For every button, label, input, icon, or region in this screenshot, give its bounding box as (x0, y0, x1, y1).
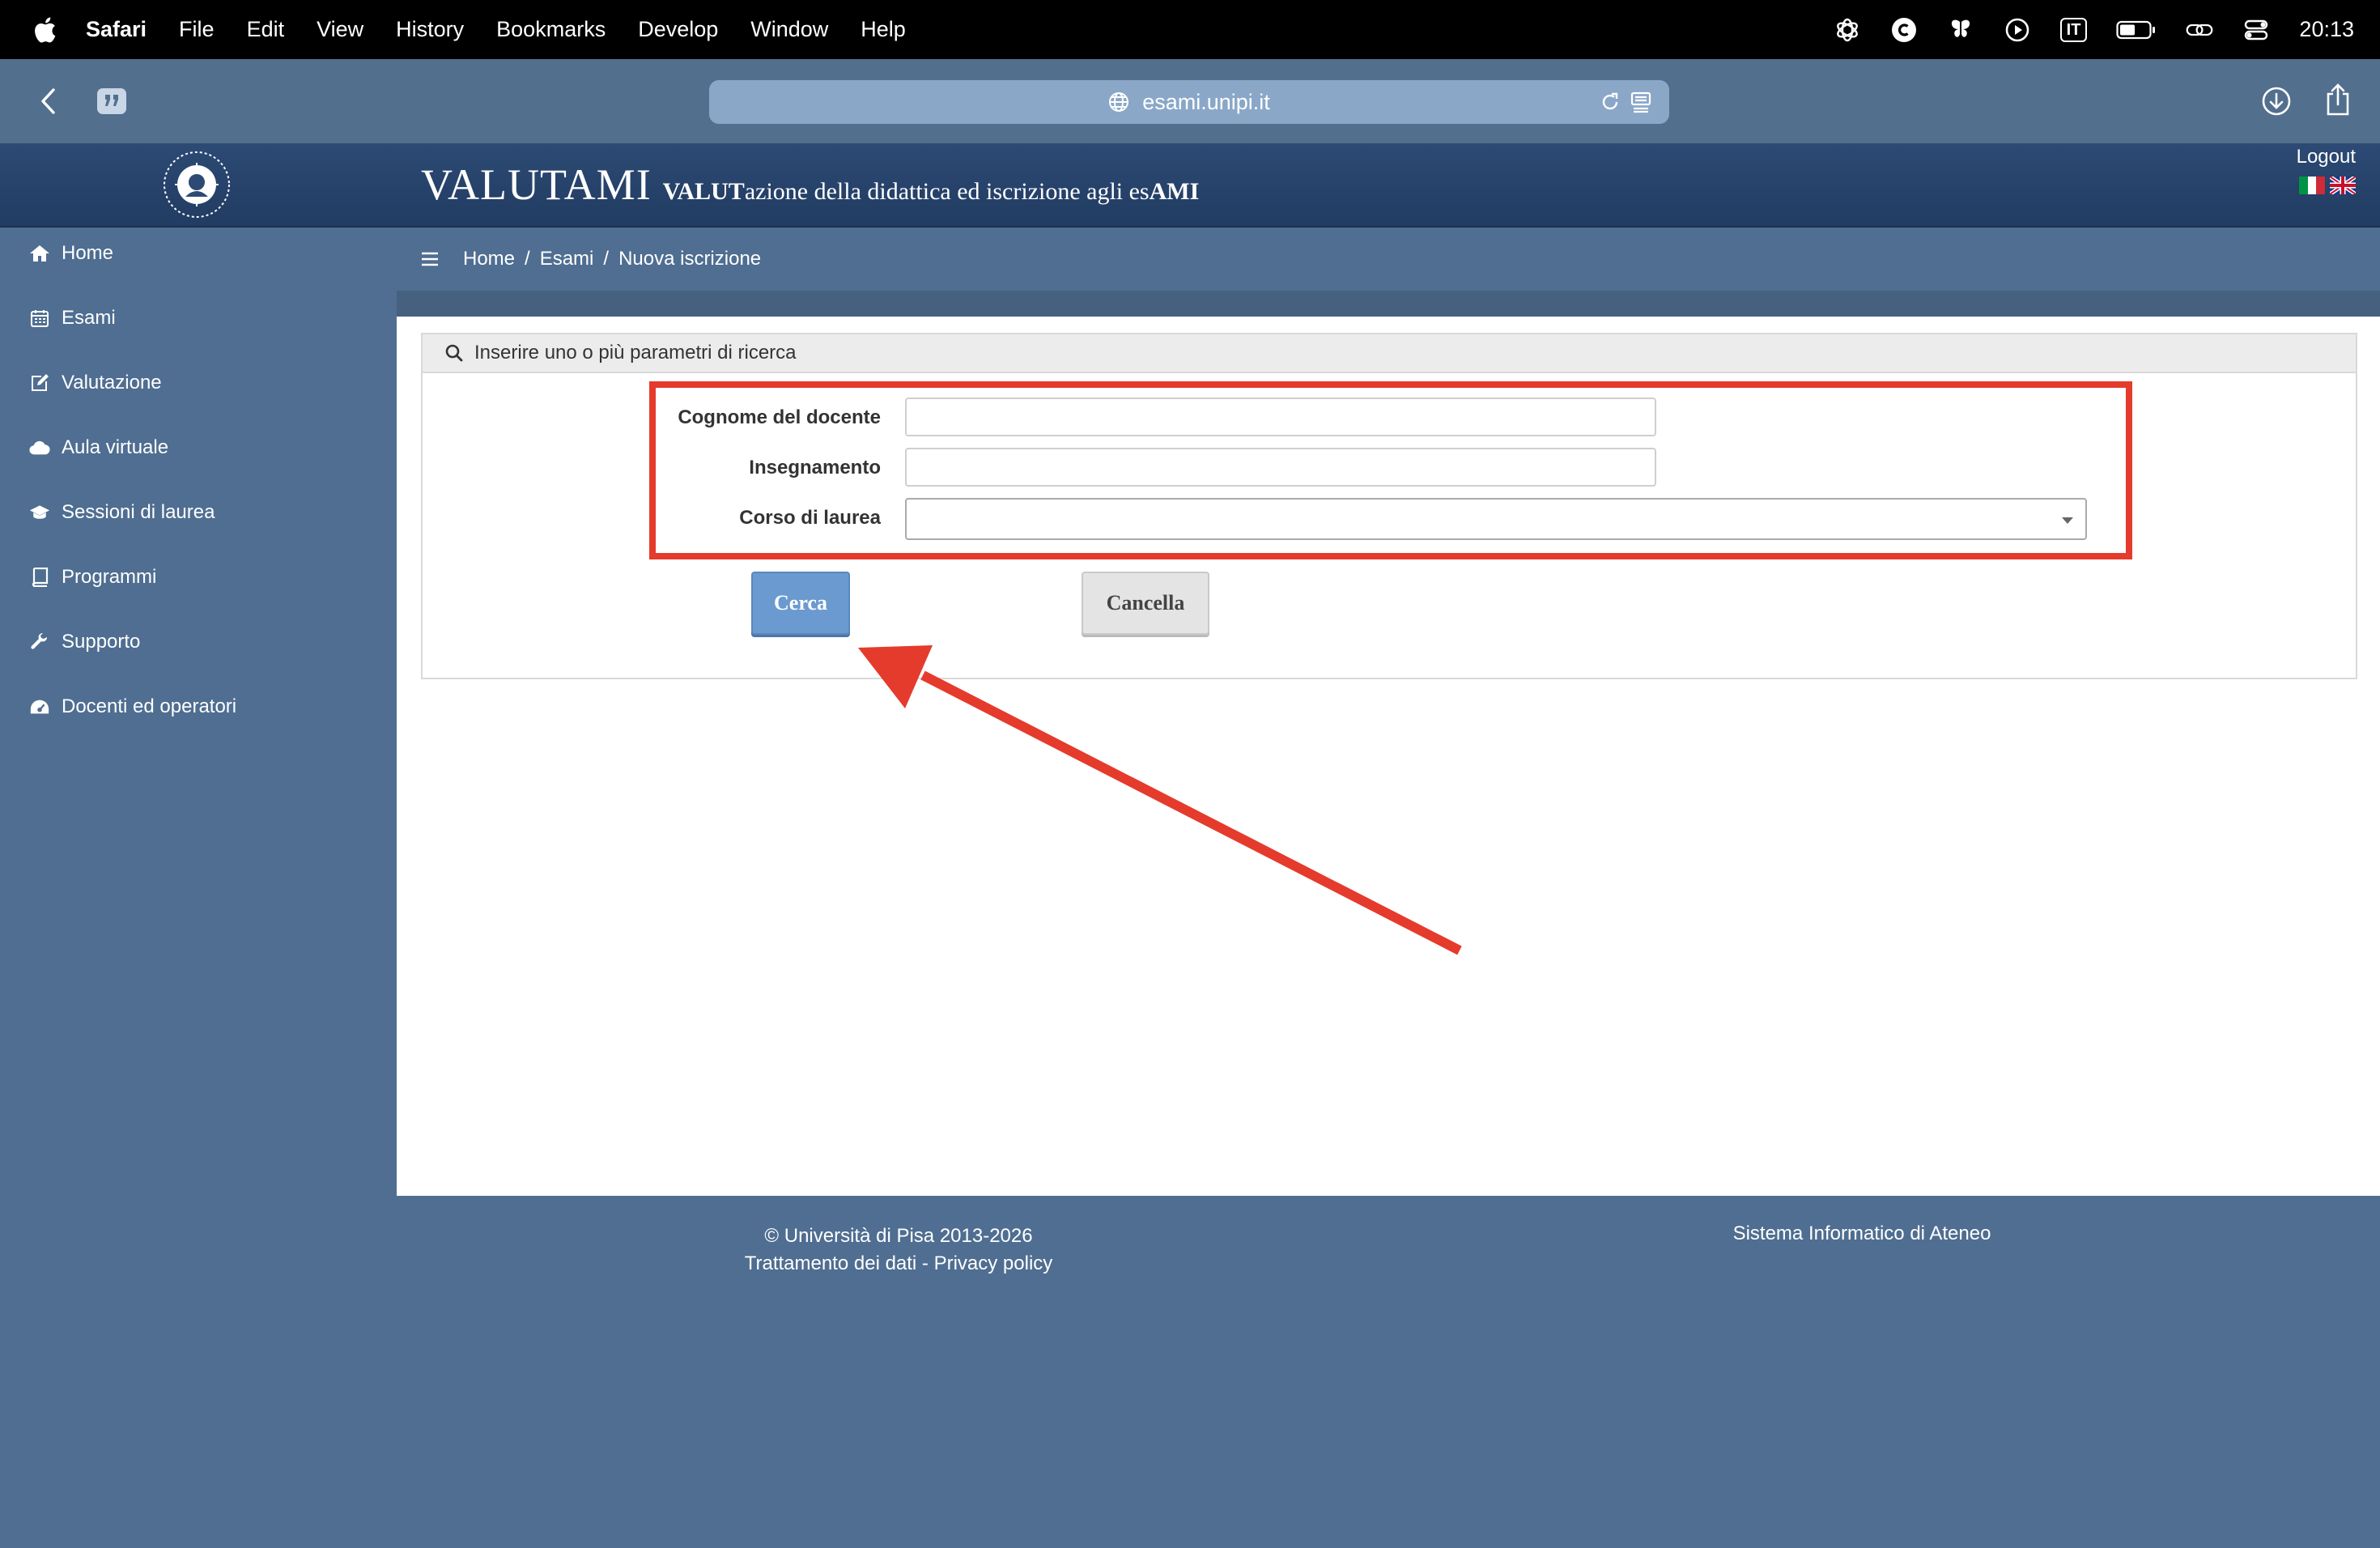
battery-icon[interactable] (2116, 16, 2157, 44)
play-circle-icon[interactable] (2004, 16, 2031, 44)
sidebar-item-label: Programmi (62, 566, 157, 588)
menu-window[interactable]: Window (750, 17, 828, 42)
cancella-button[interactable]: Cancella (1082, 572, 1209, 635)
site-header: VALUTAMI VALUTazione della didattica ed i… (0, 143, 2380, 228)
footer-left: © Università di Pisa 2013-2026 Trattamen… (696, 1223, 1101, 1278)
menu-history[interactable]: History (396, 17, 464, 42)
sidebar-item-supporto[interactable]: Supporto (29, 626, 140, 658)
cloud-icon (29, 437, 50, 458)
annotation-highlight-box (649, 381, 2132, 559)
edit-icon (29, 372, 50, 393)
apple-logo-icon[interactable] (32, 15, 58, 45)
link-chain-icon[interactable] (2186, 16, 2213, 44)
control-center-icon[interactable] (2242, 16, 2270, 44)
breadcrumb-current: Nuova iscrizione (618, 248, 762, 270)
sidebar-item-docenti-ed-operatori[interactable]: Docenti ed operatori (29, 691, 236, 723)
sidebar-item-home[interactable]: Home (29, 237, 113, 270)
wrench-icon (29, 632, 50, 653)
footer-copyright: © Università di Pisa 2013-2026 (764, 1225, 1033, 1247)
cerca-button[interactable]: Cerca (751, 572, 850, 635)
logout-link[interactable]: Logout (2297, 146, 2356, 168)
footer-system-link[interactable]: Sistema Informatico di Ateneo (1692, 1223, 2032, 1245)
site-title: VALUTAMI (421, 160, 652, 209)
share-icon[interactable] (2320, 80, 2356, 119)
macos-menu-bar: Safari File Edit View History Bookmarks … (0, 0, 2380, 59)
university-seal-logo (162, 150, 232, 219)
hamburger-menu-icon[interactable] (421, 251, 439, 267)
annotation-arrow (858, 645, 1462, 955)
uk-flag-icon[interactable] (2330, 176, 2356, 194)
breadcrumb: Home / Esami / Nuova iscrizione (397, 228, 2380, 291)
sidebar-item-label: Aula virtuale (62, 436, 169, 458)
menu-view[interactable]: View (317, 17, 363, 42)
sidebar-item-label: Home (62, 242, 114, 264)
sidebar-item-sessioni-di-laurea[interactable]: Sessioni di laurea (29, 496, 215, 529)
sidebar-item-esami[interactable]: Esami (29, 302, 116, 334)
menu-bookmarks[interactable]: Bookmarks (496, 17, 606, 42)
italian-flag-icon[interactable] (2299, 176, 2326, 194)
sidebar-item-valutazione[interactable]: Valutazione (29, 367, 162, 399)
calendar-icon (29, 308, 50, 329)
url-text: esami.unipi.it (1142, 89, 1270, 114)
reader-mode-icon[interactable] (1630, 91, 1651, 119)
home-icon (29, 243, 50, 264)
search-panel-header: Inserire uno o più parametri di ricerca (423, 334, 2356, 373)
globe-icon (1108, 91, 1129, 113)
site-brand[interactable]: VALUTAMI VALUTazione della didattica ed i… (421, 159, 1199, 210)
reload-icon[interactable] (1600, 91, 1621, 119)
sidebar-item-label: Valutazione (62, 372, 162, 393)
chatgpt-icon[interactable] (1834, 16, 1861, 44)
dashboard-icon (29, 696, 50, 717)
sidebar-item-programmi[interactable]: Programmi (29, 561, 156, 593)
graduation-cap-icon (29, 502, 50, 523)
site-tagline: VALUTazione della didattica ed iscrizion… (662, 178, 1200, 205)
language-switcher (2299, 176, 2356, 194)
sidebar: Home Esami Valutazione Aula virtuale Ses… (0, 228, 395, 1548)
tab-group-icon[interactable] (94, 85, 130, 117)
back-chevron-icon[interactable] (32, 85, 65, 117)
breadcrumb-separator: / (525, 248, 530, 270)
browser-toolbar: esami.unipi.it (0, 59, 2380, 143)
footer-privacy-link[interactable]: Trattamento dei dati - Privacy policy (696, 1250, 1101, 1278)
menu-safari[interactable]: Safari (86, 17, 147, 42)
search-icon (445, 344, 463, 362)
search-panel-title: Inserire uno o più parametri di ricerca (474, 342, 797, 364)
content-header-strip (397, 291, 2380, 317)
breadcrumb-home[interactable]: Home (463, 248, 515, 270)
clock[interactable]: 20:13 (2299, 17, 2354, 42)
sidebar-item-aula-virtuale[interactable]: Aula virtuale (29, 432, 168, 464)
menu-file[interactable]: File (179, 17, 215, 42)
menu-edit[interactable]: Edit (247, 17, 285, 42)
book-icon (29, 567, 50, 588)
sidebar-item-label: Sessioni di laurea (62, 501, 215, 523)
sidebar-item-label: Docenti ed operatori (62, 695, 237, 717)
copyright-c-icon[interactable] (1890, 16, 1918, 44)
breadcrumb-separator: / (603, 248, 610, 270)
address-bar[interactable]: esami.unipi.it (709, 80, 1669, 124)
breadcrumb-esami[interactable]: Esami (540, 248, 594, 270)
menu-help[interactable]: Help (861, 17, 906, 42)
menu-develop[interactable]: Develop (638, 17, 718, 42)
input-source-indicator[interactable]: IT (2059, 17, 2088, 42)
download-icon[interactable] (2259, 83, 2294, 119)
sidebar-item-label: Esami (62, 307, 116, 329)
sidebar-item-label: Supporto (62, 631, 141, 653)
butterfly-icon[interactable] (1947, 16, 1974, 44)
